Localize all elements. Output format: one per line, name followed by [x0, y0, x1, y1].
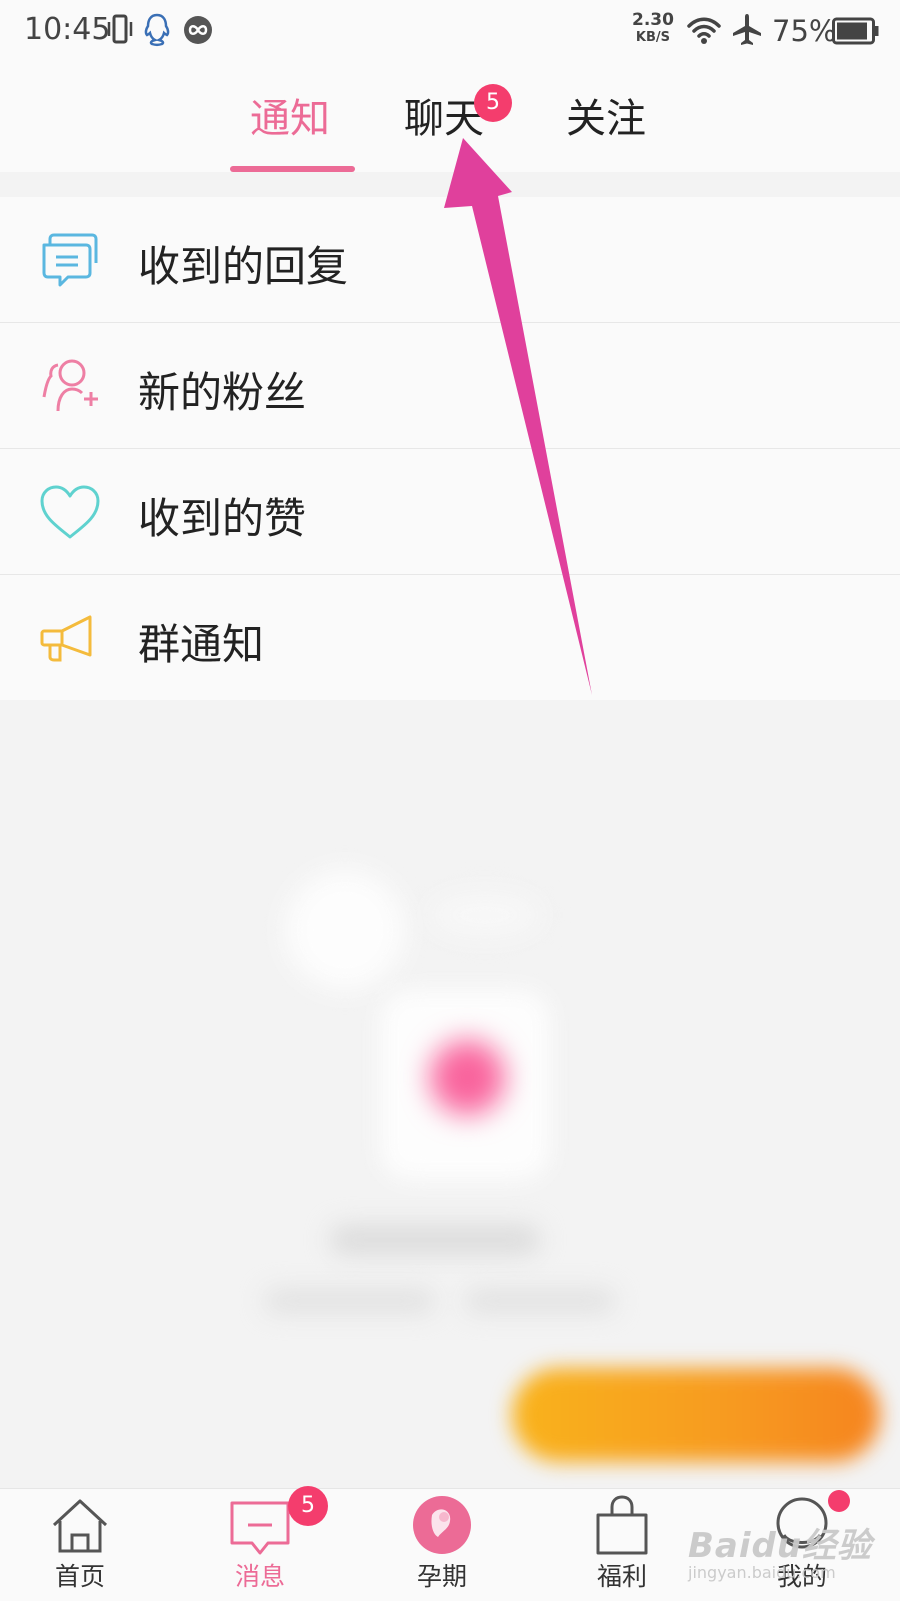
net-speed: 2.30 KB/S: [632, 10, 674, 46]
floating-action-button[interactable]: [512, 1368, 880, 1462]
nav-label: 福利: [596, 1562, 647, 1591]
nav-pregnancy[interactable]: 孕期: [372, 1489, 512, 1601]
battery-percent: 75%: [772, 14, 837, 48]
shopping-bag-icon: [596, 1495, 648, 1555]
tab-notifications[interactable]: 通知: [250, 86, 330, 144]
nav-label: 消息: [234, 1562, 285, 1591]
watermark: Baidu经验 jingyan.baidu.com: [688, 1518, 872, 1582]
blur-text-line: [265, 1290, 435, 1312]
home-icon: [52, 1499, 108, 1553]
qq-icon: [144, 13, 170, 46]
notice-item-new-fans[interactable]: 新的粉丝: [0, 323, 900, 449]
status-bar: 10:45 2.30 KB/S 75%: [0, 0, 900, 64]
reply-bubble-icon: [42, 233, 98, 287]
wifi-icon: [687, 17, 721, 44]
notice-label: 群通知: [138, 620, 265, 669]
add-fan-icon: [42, 359, 98, 412]
blur-text-line: [465, 1290, 615, 1312]
nav-home[interactable]: 首页: [10, 1489, 150, 1601]
heart-icon: [40, 485, 100, 539]
airplane-icon: [733, 14, 761, 45]
notice-label: 收到的赞: [138, 494, 307, 543]
blur-heart: [430, 1040, 505, 1115]
messages-unread-badge: 5: [288, 1486, 328, 1526]
nav-label: 首页: [54, 1562, 105, 1591]
blur-bubble: [430, 895, 540, 935]
top-tab-bar: 通知 聊天 关注: [0, 64, 900, 172]
chat-unread-badge: 5: [474, 84, 512, 122]
notice-item-group[interactable]: 群通知: [0, 575, 900, 700]
loop-icon: [184, 16, 212, 44]
megaphone-icon: [40, 615, 92, 662]
nav-label: 孕期: [416, 1562, 467, 1591]
profile-notification-dot: [828, 1490, 850, 1512]
notice-list: 收到的回复 新的粉丝 收到的赞 群通知: [0, 197, 900, 700]
pregnancy-icon: [413, 1496, 471, 1554]
notice-item-replies[interactable]: 收到的回复: [0, 197, 900, 323]
blur-bubble: [285, 870, 405, 990]
nav-benefits[interactable]: 福利: [552, 1489, 692, 1601]
notice-item-likes[interactable]: 收到的赞: [0, 449, 900, 575]
watermark-brand: Baidu经验: [688, 1526, 873, 1566]
vibrate-icon: [107, 14, 133, 44]
message-icon: [230, 1501, 290, 1555]
blur-text-line: [330, 1225, 540, 1255]
tab-follow[interactable]: 关注: [566, 86, 646, 144]
active-tab-indicator: [230, 166, 355, 172]
notice-label: 收到的回复: [138, 242, 349, 291]
notice-label: 新的粉丝: [138, 368, 307, 417]
battery-icon: [832, 17, 879, 45]
status-time: 10:45: [24, 12, 111, 47]
tab-chat[interactable]: 聊天: [404, 86, 484, 144]
